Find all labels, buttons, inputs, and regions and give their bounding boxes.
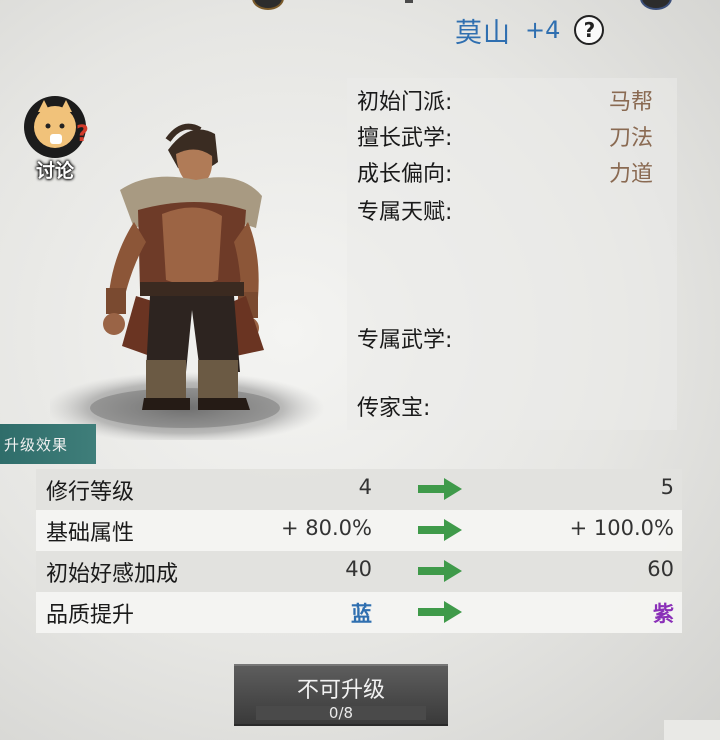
- help-icon[interactable]: ?: [574, 15, 605, 45]
- info-label: 成长偏向:: [357, 162, 453, 187]
- arrow-right-icon: [418, 478, 462, 500]
- upgrade-effect-tab: 升级效果: [0, 424, 96, 464]
- info-label: 传家宝:: [357, 396, 431, 421]
- top-orb-icon[interactable]: [252, 0, 284, 10]
- arrow-right-icon: [418, 519, 462, 541]
- row-to: 紫: [653, 602, 674, 626]
- top-dash: [405, 0, 413, 3]
- upgrade-button-label: 不可升级: [296, 678, 385, 703]
- arrow-right-icon: [418, 560, 462, 582]
- top-orb-icon[interactable]: [640, 0, 672, 10]
- row-to: 5: [660, 475, 674, 499]
- corner-panel[interactable]: [664, 720, 720, 740]
- top-strip: [0, 0, 720, 10]
- arrow-right-icon: [418, 601, 462, 623]
- hero-name: 莫山: [455, 17, 511, 49]
- info-label: 专属武学:: [357, 328, 453, 353]
- table-row: 修行等级 4 5: [36, 469, 682, 510]
- row-name: 品质提升: [46, 603, 135, 628]
- info-row-heirloom: 传家宝:: [357, 390, 667, 424]
- info-value: 力道: [608, 162, 653, 187]
- info-row-skill: 擅长武学: 刀法: [357, 120, 667, 154]
- info-row-talent: 专属天赋:: [357, 194, 667, 228]
- info-value: 刀法: [608, 126, 653, 151]
- character-portrait: [45, 110, 340, 444]
- row-name: 基础属性: [46, 521, 135, 546]
- row-from: + 80.0%: [281, 516, 372, 540]
- table-row: 初始好感加成 40 60: [36, 551, 682, 592]
- table-row: 品质提升 蓝 紫: [36, 592, 682, 633]
- info-label: 初始门派:: [357, 90, 453, 115]
- hero-upgrade-level: +4: [525, 16, 561, 44]
- row-from: 蓝: [351, 602, 372, 626]
- row-name: 初始好感加成: [46, 562, 179, 587]
- upgrade-count: 0/8: [328, 704, 354, 722]
- row-to: 60: [647, 557, 674, 581]
- upgrade-table: 修行等级 4 5 基础属性 + 80.0% + 100.0% 初始好感加成 40…: [36, 469, 682, 633]
- info-value: 马帮: [608, 90, 653, 115]
- table-row: 基础属性 + 80.0% + 100.0%: [36, 510, 682, 551]
- hero-info-panel: 初始门派: 马帮 擅长武学: 刀法 成长偏向: 力道 专属天赋: 专属武学: 传…: [347, 78, 677, 430]
- row-from: 40: [345, 557, 372, 581]
- info-label: 专属天赋:: [357, 200, 453, 225]
- row-name: 修行等级: [46, 480, 135, 505]
- hero-header: 莫山 +4 ?: [455, 10, 605, 50]
- info-row-growth: 成长偏向: 力道: [357, 156, 667, 190]
- row-from: 4: [358, 475, 372, 499]
- upgrade-button[interactable]: 不可升级 0/8: [234, 664, 448, 726]
- info-label: 擅长武学:: [357, 126, 453, 151]
- info-row-sect: 初始门派: 马帮: [357, 84, 667, 118]
- info-row-exclusive-skill: 专属武学:: [357, 322, 667, 356]
- row-to: + 100.0%: [569, 516, 674, 540]
